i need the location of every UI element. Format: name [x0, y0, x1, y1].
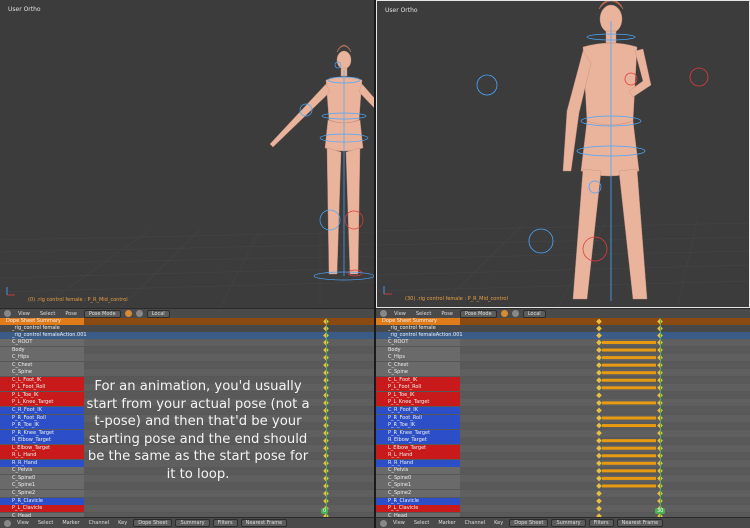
snap-dropdown[interactable]: Nearest Frame: [616, 519, 664, 527]
hold-bar: [602, 484, 656, 488]
hold-bar: [602, 401, 656, 405]
editor-type-icon[interactable]: [380, 519, 387, 527]
keyframe-marker[interactable]: [596, 318, 602, 325]
orientation-dropdown[interactable]: Local: [522, 309, 546, 318]
mode-dropdown[interactable]: Pose Mode: [83, 309, 121, 318]
keyframe-marker[interactable]: [596, 339, 602, 346]
shading-icon[interactable]: [124, 310, 132, 317]
keyframe-marker[interactable]: [596, 384, 602, 391]
t-pose-character[interactable]: [0, 0, 374, 308]
viewport-status: (0) .rig control female : P_R_Mid_contro…: [28, 297, 128, 303]
hold-bar: [602, 446, 656, 450]
hold-bar: [602, 386, 656, 390]
keyframe-marker[interactable]: [596, 445, 602, 452]
filters-button[interactable]: Filters: [212, 519, 238, 527]
key-menu[interactable]: Key: [115, 520, 130, 526]
hold-bar: [602, 424, 656, 428]
current-frame-indicator[interactable]: 30: [655, 508, 666, 514]
keyframe-marker[interactable]: [596, 422, 602, 429]
dope-sheet-header-right: View Select Marker Channel Key Dope Shee…: [376, 517, 750, 528]
select-menu[interactable]: Select: [413, 311, 434, 317]
hold-bar: [602, 469, 656, 473]
viewport-header-left: View Select Pose Pose Mode Local: [0, 308, 374, 318]
editor-type-icon[interactable]: [380, 310, 387, 317]
hold-bar: [602, 476, 656, 480]
mode-dropdown[interactable]: Pose Mode: [459, 309, 497, 318]
hold-bar: [602, 348, 656, 352]
filters-button[interactable]: Filters: [588, 519, 614, 527]
keyframe-marker[interactable]: [596, 415, 602, 421]
viewport-header-right: View Select Pose Pose Mode Local: [376, 308, 750, 318]
current-frame-line[interactable]: [660, 318, 661, 517]
dope-sheet-header-left: View Select Marker Channel Key Dope Shee…: [0, 517, 374, 528]
right-editor-panel: User Ortho (30) .rig control female: P_…: [376, 0, 750, 528]
hold-bar: [602, 363, 656, 367]
keyframe-marker[interactable]: [596, 325, 602, 332]
hold-bar: [602, 378, 656, 382]
snap-dropdown[interactable]: Nearest Frame: [240, 519, 288, 527]
viewport-status: (30) .rig control female : P_R_Mid_contr…: [405, 296, 508, 302]
hold-bar: [602, 416, 656, 420]
view-menu[interactable]: View: [390, 520, 408, 526]
keyframe-marker[interactable]: [596, 437, 602, 444]
pivot-icon[interactable]: [511, 310, 519, 317]
keyframe-marker[interactable]: [596, 400, 602, 406]
keyframe-marker[interactable]: [596, 369, 602, 376]
orientation-dropdown[interactable]: Local: [146, 309, 170, 318]
keyframe-marker[interactable]: [596, 362, 602, 368]
keyframe-marker[interactable]: [596, 392, 602, 399]
axis-gizmo-left: [6, 287, 15, 296]
select-menu[interactable]: Select: [37, 311, 58, 317]
axis-gizmo-right: [383, 286, 392, 295]
hold-bar: [602, 356, 656, 360]
channel-menu[interactable]: Channel: [462, 520, 489, 526]
keyframe-marker[interactable]: [596, 354, 602, 361]
keyframe-marker[interactable]: [596, 468, 602, 474]
keyframe-layer[interactable]: [376, 318, 750, 517]
pivot-icon[interactable]: [135, 310, 143, 317]
channel-menu[interactable]: Channel: [86, 520, 113, 526]
select-menu[interactable]: Select: [35, 520, 56, 526]
view-menu[interactable]: View: [15, 311, 33, 317]
current-frame-indicator[interactable]: 0: [321, 508, 329, 514]
keyframe-marker[interactable]: [596, 452, 602, 459]
pose-menu[interactable]: Pose: [62, 311, 80, 317]
select-menu[interactable]: Select: [411, 520, 432, 526]
keyframe-marker[interactable]: [596, 347, 602, 353]
mode-dropdown[interactable]: Dope Sheet: [133, 519, 173, 527]
mode-dropdown[interactable]: Dope Sheet: [509, 519, 549, 527]
keyframe-marker[interactable]: [596, 505, 602, 512]
shading-icon[interactable]: [500, 310, 508, 317]
hold-bar: [602, 341, 656, 344]
marker-menu[interactable]: Marker: [435, 520, 458, 526]
posed-character[interactable]: [377, 1, 750, 308]
marker-menu[interactable]: Marker: [59, 520, 82, 526]
pose-menu[interactable]: Pose: [438, 311, 456, 317]
keyframe-marker[interactable]: [596, 475, 602, 482]
key-menu[interactable]: Key: [491, 520, 506, 526]
summary-toggle[interactable]: Summary: [175, 519, 210, 527]
hold-bar: [602, 461, 656, 465]
keyframe-marker[interactable]: [596, 460, 602, 467]
hold-bar: [602, 371, 656, 375]
summary-toggle[interactable]: Summary: [551, 519, 586, 527]
keyframe-marker[interactable]: [596, 332, 602, 339]
dope-sheet-right[interactable]: Dope Sheet Summary _rig_control female _ri…: [376, 318, 750, 517]
keyframe-marker[interactable]: [596, 407, 602, 414]
view-menu[interactable]: View: [14, 520, 32, 526]
keyframe-marker[interactable]: [596, 377, 602, 384]
3d-viewport-left[interactable]: User Ortho (0) .rig control female: P_R…: [0, 0, 374, 308]
hold-bar: [602, 439, 656, 443]
hold-bar: [602, 454, 656, 458]
current-frame-line[interactable]: [326, 318, 327, 517]
keyframe-marker[interactable]: [596, 483, 602, 489]
keyframe-marker[interactable]: [596, 430, 602, 436]
keyframe-marker[interactable]: [596, 490, 602, 497]
3d-viewport-right[interactable]: User Ortho (30) .rig control female: P_…: [376, 0, 750, 308]
view-menu[interactable]: View: [391, 311, 409, 317]
keyframe-marker[interactable]: [596, 498, 602, 504]
editor-type-icon[interactable]: [4, 310, 11, 317]
tutorial-caption: For an animation, you'd usually start fr…: [86, 379, 310, 482]
editor-type-icon[interactable]: [4, 519, 11, 527]
